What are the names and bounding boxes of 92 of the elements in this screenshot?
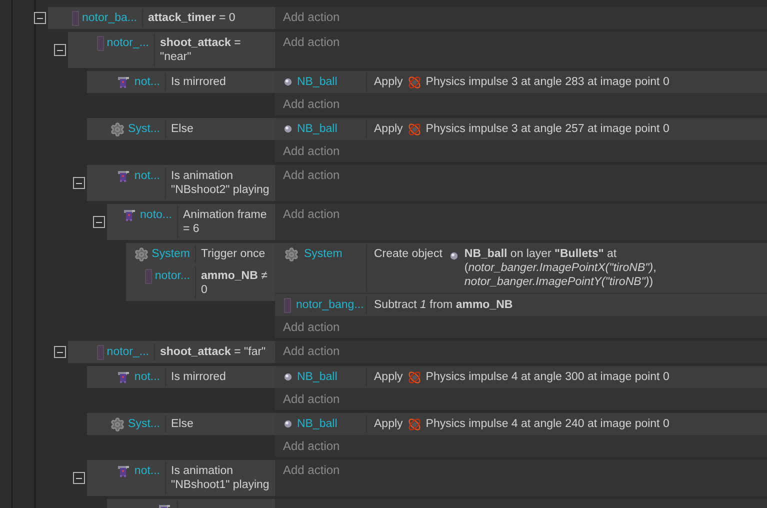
physics-icon: [406, 122, 422, 136]
condition-block[interactable]: Syst... Else: [87, 413, 275, 435]
add-action-link[interactable]: Add action: [275, 165, 340, 186]
variable-icon: [144, 269, 152, 284]
add-action-link[interactable]: Add action: [275, 204, 340, 225]
object-name: noto...: [140, 208, 172, 222]
add-action-link[interactable]: Add action: [275, 436, 340, 457]
action-verb: Apply: [374, 370, 403, 384]
sprite-icon: [117, 464, 132, 478]
add-action-link[interactable]: Add action: [275, 389, 340, 410]
condition-text: shoot_attack = "near": [159, 36, 242, 65]
condition-block[interactable]: noto... Animation frame = 6: [107, 204, 275, 240]
object-name: notor_bang...: [296, 298, 364, 312]
action-verb: Create object: [374, 247, 442, 261]
add-action-link[interactable]: Add action: [275, 7, 340, 28]
physics-icon: [406, 370, 422, 384]
object-name: notor_ba...: [82, 11, 137, 25]
ball-icon: [284, 373, 292, 381]
collapse-toggle[interactable]: [54, 44, 66, 56]
add-action-link[interactable]: Add action: [275, 141, 340, 162]
collapse-toggle[interactable]: [34, 12, 46, 24]
condition-block[interactable]: not... Is mirrored: [87, 366, 275, 388]
condition-block[interactable]: not... Is mirrored: [87, 71, 275, 93]
action-verb: Apply: [374, 417, 403, 431]
object-name: not...: [134, 75, 160, 89]
condition-text: Is mirrored: [170, 370, 227, 385]
condition-text: ammo_NB ≠ 0: [200, 269, 268, 298]
condition-text: Animation frame = 6: [182, 208, 268, 237]
object-name: not...: [134, 370, 160, 384]
action-text: NB_ball on layer "Bullets" at (notor_banger.ImagePointX("tiroNB"), notor_banger.ImagePointY("tiroNB")): [464, 247, 658, 289]
action-verb: Apply: [374, 122, 403, 136]
object-name: System: [304, 247, 342, 261]
object-name: notor...: [154, 269, 190, 283]
physics-icon: [406, 74, 422, 90]
object-name: NB_ball: [297, 75, 338, 89]
action-text: Physics impulse 3 at angle 257 at image point 0: [426, 122, 670, 136]
sprite-icon: [117, 370, 132, 384]
gear-icon: [110, 417, 126, 432]
object-name: not...: [134, 169, 160, 183]
variable-icon: [284, 298, 291, 313]
action-text: Physics impulse 3 at angle 283 at image point 0: [426, 75, 670, 89]
condition-block[interactable]: not... Is animation "NBshoot1" playing: [87, 460, 275, 496]
collapse-toggle[interactable]: [93, 216, 105, 228]
sprite-icon: [117, 169, 132, 183]
sprite-icon: [123, 208, 138, 222]
condition-text: Else: [170, 122, 194, 137]
condition-block[interactable]: not... Is animation "NBshoot2" playing: [87, 165, 275, 201]
condition-block[interactable]: notor_ba... attack_timer = 0: [48, 7, 275, 29]
physics-icon: [406, 416, 422, 432]
ball-icon: [284, 78, 292, 86]
action-verb: Apply: [374, 75, 403, 89]
add-action-link[interactable]: Add action: [275, 317, 340, 338]
variable-icon: [96, 36, 104, 51]
condition-text: attack_timer = 0: [147, 11, 236, 26]
object-name: notor_...: [106, 345, 149, 359]
condition-text: Is animation "NBshoot1" playing: [170, 464, 270, 493]
condition-block[interactable]: System Trigger once notor... ammo_NB ≠ 0: [126, 243, 275, 301]
object-name: not...: [134, 464, 160, 478]
ball-icon: [284, 125, 292, 133]
gear-icon: [284, 247, 299, 262]
sprite-icon: [117, 75, 132, 89]
condition-text: Is animation "NBshoot2" playing: [170, 169, 270, 198]
object-name: Syst...: [128, 417, 160, 431]
object-name: NB_ball: [297, 122, 338, 136]
variable-icon: [72, 11, 80, 26]
object-name: notor_...: [106, 36, 149, 50]
add-action-link[interactable]: Add action: [275, 460, 340, 481]
condition-block[interactable]: notor_... shoot_attack = "far": [68, 341, 275, 363]
object-name: Syst...: [128, 122, 160, 136]
action-text: Physics impulse 4 at angle 240 at image point 0: [426, 417, 670, 431]
ball-icon: [284, 420, 292, 428]
condition-block[interactable]: Syst... Else: [87, 118, 275, 140]
collapse-toggle[interactable]: [73, 472, 85, 484]
object-name: NB_ball: [297, 417, 338, 431]
object-name: NB_ball: [297, 370, 338, 384]
gear-icon: [110, 122, 126, 137]
gear-icon: [134, 247, 149, 262]
condition-text: Else: [170, 417, 194, 432]
collapse-toggle[interactable]: [54, 346, 66, 358]
collapse-toggle[interactable]: [73, 177, 85, 189]
action-text: Physics impulse 4 at angle 300 at image point 0: [426, 370, 670, 384]
add-action-link[interactable]: Add action: [275, 94, 340, 115]
action-text: Subtract 1 from ammo_NB: [374, 298, 514, 312]
add-action-link[interactable]: Add action: [275, 341, 340, 362]
condition-text: Trigger once: [200, 247, 266, 262]
ball-icon: [450, 252, 458, 260]
condition-block[interactable]: notor_... shoot_attack = "near": [68, 32, 275, 68]
condition-text: Is mirrored: [170, 75, 227, 90]
variable-icon: [96, 345, 104, 360]
condition-text: shoot_attack = "far": [159, 345, 267, 360]
object-name: System: [152, 247, 190, 261]
add-action-link[interactable]: Add action: [275, 32, 340, 53]
